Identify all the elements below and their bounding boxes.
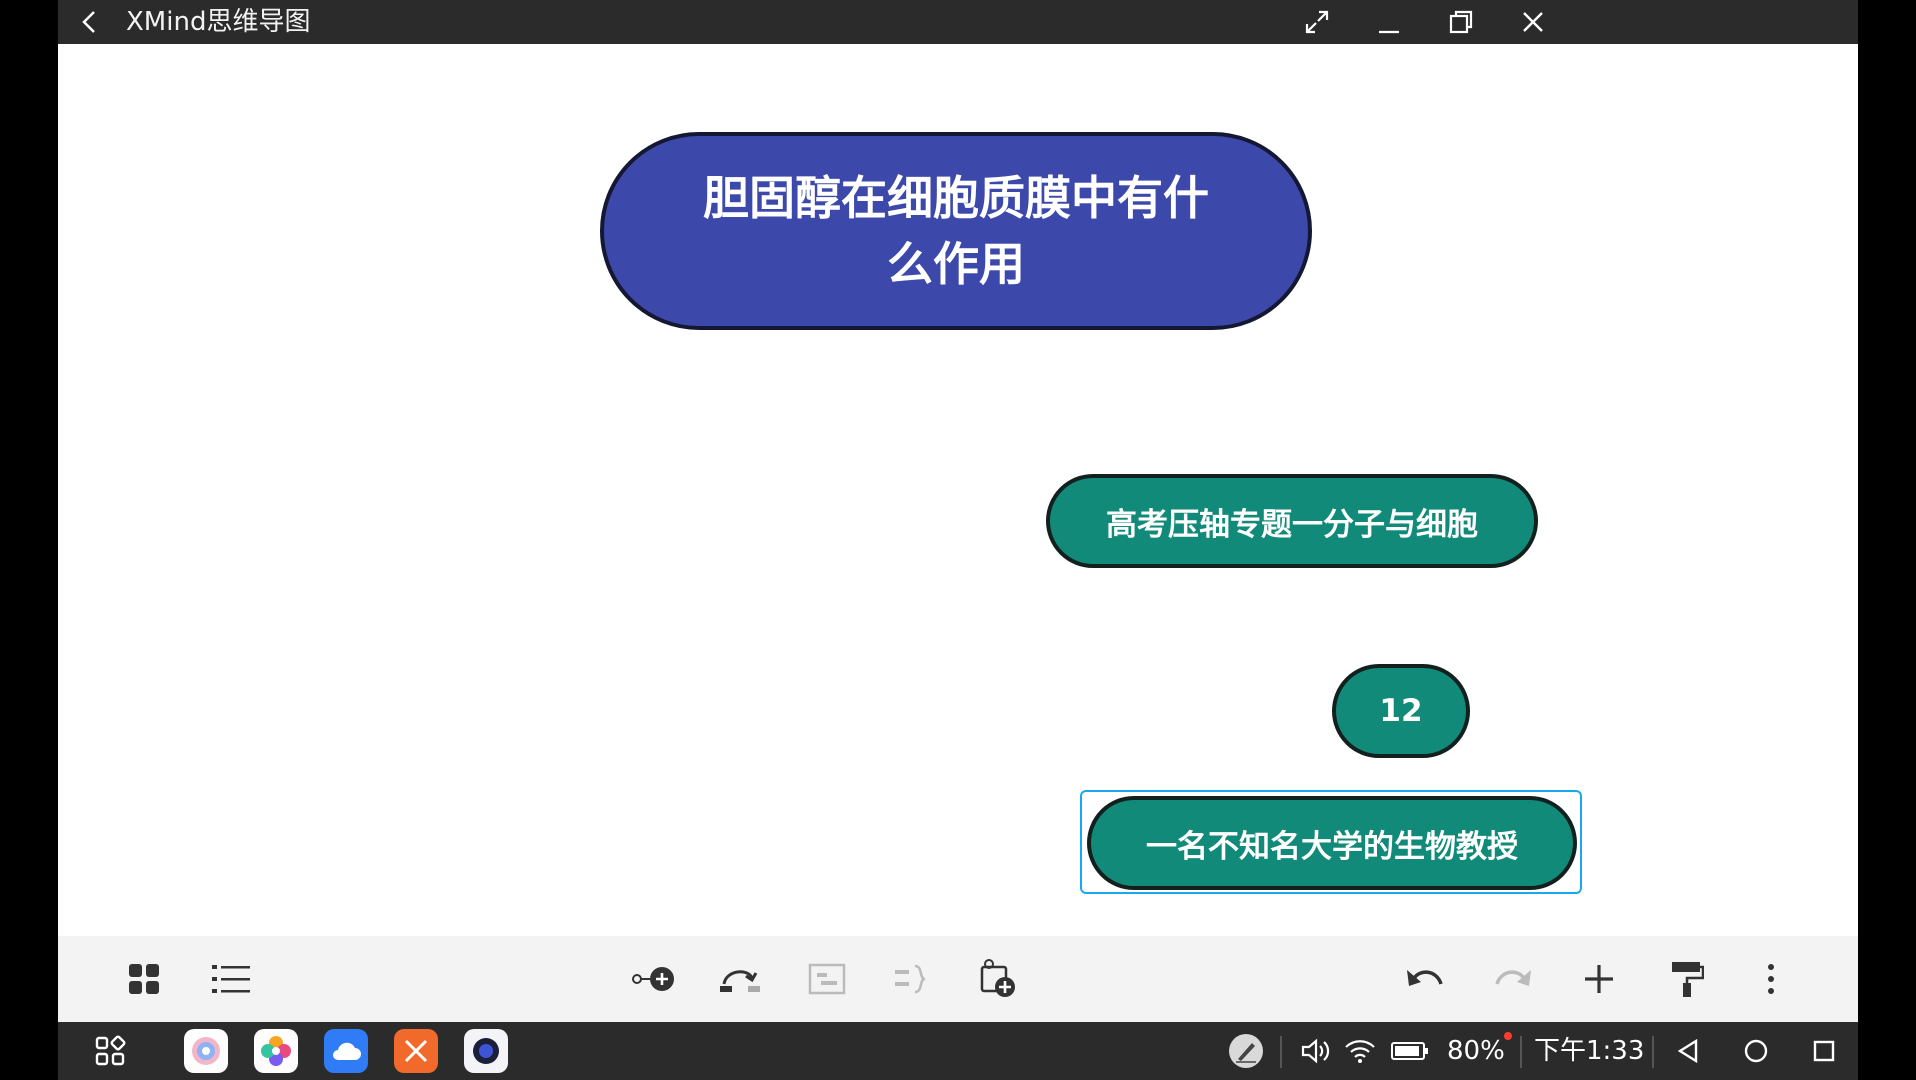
bottom-toolbar bbox=[58, 936, 1858, 1022]
battery-percentage: 80% bbox=[1447, 1036, 1505, 1066]
stylus-icon[interactable] bbox=[1224, 1029, 1268, 1073]
add-summary-icon[interactable] bbox=[802, 954, 852, 1004]
battery-icon bbox=[1388, 1029, 1432, 1073]
gallery-app-icon[interactable] bbox=[254, 1029, 298, 1073]
taskbar-divider bbox=[1652, 1036, 1654, 1068]
clock: 下午1:33 bbox=[1534, 1036, 1645, 1066]
window-title: XMind思维导图 bbox=[126, 7, 311, 37]
screen: XMind思维导图 胆固醇在细胞质膜中有什么作用 高考压轴专题一分子与细胞 12… bbox=[0, 0, 1916, 1080]
cloud-app-icon[interactable] bbox=[324, 1029, 368, 1073]
minimize-icon[interactable] bbox=[1372, 6, 1406, 38]
subtopic-3[interactable]: 一名不知名大学的生物教授 bbox=[1087, 796, 1577, 890]
notification-dot bbox=[1504, 1032, 1512, 1040]
restore-icon[interactable] bbox=[1444, 6, 1478, 38]
browser-app-icon[interactable] bbox=[184, 1029, 228, 1073]
grid-view-icon[interactable] bbox=[119, 954, 169, 1004]
taskbar-divider bbox=[1520, 1036, 1522, 1068]
xmind-app-icon[interactable] bbox=[394, 1029, 438, 1073]
add-icon[interactable] bbox=[1574, 954, 1624, 1004]
taskbar-divider bbox=[1280, 1036, 1282, 1068]
camera-app-icon[interactable] bbox=[464, 1029, 508, 1073]
more-icon[interactable] bbox=[1746, 954, 1796, 1004]
subtopic-1[interactable]: 高考压轴专题一分子与细胞 bbox=[1046, 474, 1538, 568]
insert-topic-icon[interactable] bbox=[974, 954, 1024, 1004]
fullscreen-icon[interactable] bbox=[1300, 6, 1334, 38]
undo-icon[interactable] bbox=[1400, 954, 1450, 1004]
subtopic-2[interactable]: 12 bbox=[1332, 664, 1470, 758]
outline-list-icon[interactable] bbox=[206, 954, 256, 1004]
back-icon[interactable] bbox=[76, 8, 104, 36]
title-bar: XMind思维导图 bbox=[58, 0, 1858, 44]
app-drawer-icon[interactable] bbox=[88, 1029, 132, 1073]
central-topic[interactable]: 胆固醇在细胞质膜中有什么作用 bbox=[600, 132, 1312, 330]
add-boundary-icon[interactable] bbox=[888, 954, 938, 1004]
nav-home-icon[interactable] bbox=[1734, 1029, 1778, 1073]
redo-icon[interactable] bbox=[1488, 954, 1538, 1004]
wifi-icon[interactable] bbox=[1338, 1029, 1382, 1073]
nav-recents-icon[interactable] bbox=[1802, 1029, 1846, 1073]
add-relationship-icon[interactable] bbox=[716, 954, 766, 1004]
format-painter-icon[interactable] bbox=[1662, 954, 1712, 1004]
mindmap-canvas[interactable]: 胆固醇在细胞质膜中有什么作用 高考压轴专题一分子与细胞 12 一名不知名大学的生… bbox=[58, 44, 1858, 936]
taskbar: 80% 下午1:33 bbox=[58, 1022, 1858, 1080]
volume-icon[interactable] bbox=[1294, 1029, 1338, 1073]
close-icon[interactable] bbox=[1516, 6, 1550, 38]
add-subtopic-icon[interactable] bbox=[630, 954, 680, 1004]
nav-back-icon[interactable] bbox=[1666, 1029, 1710, 1073]
